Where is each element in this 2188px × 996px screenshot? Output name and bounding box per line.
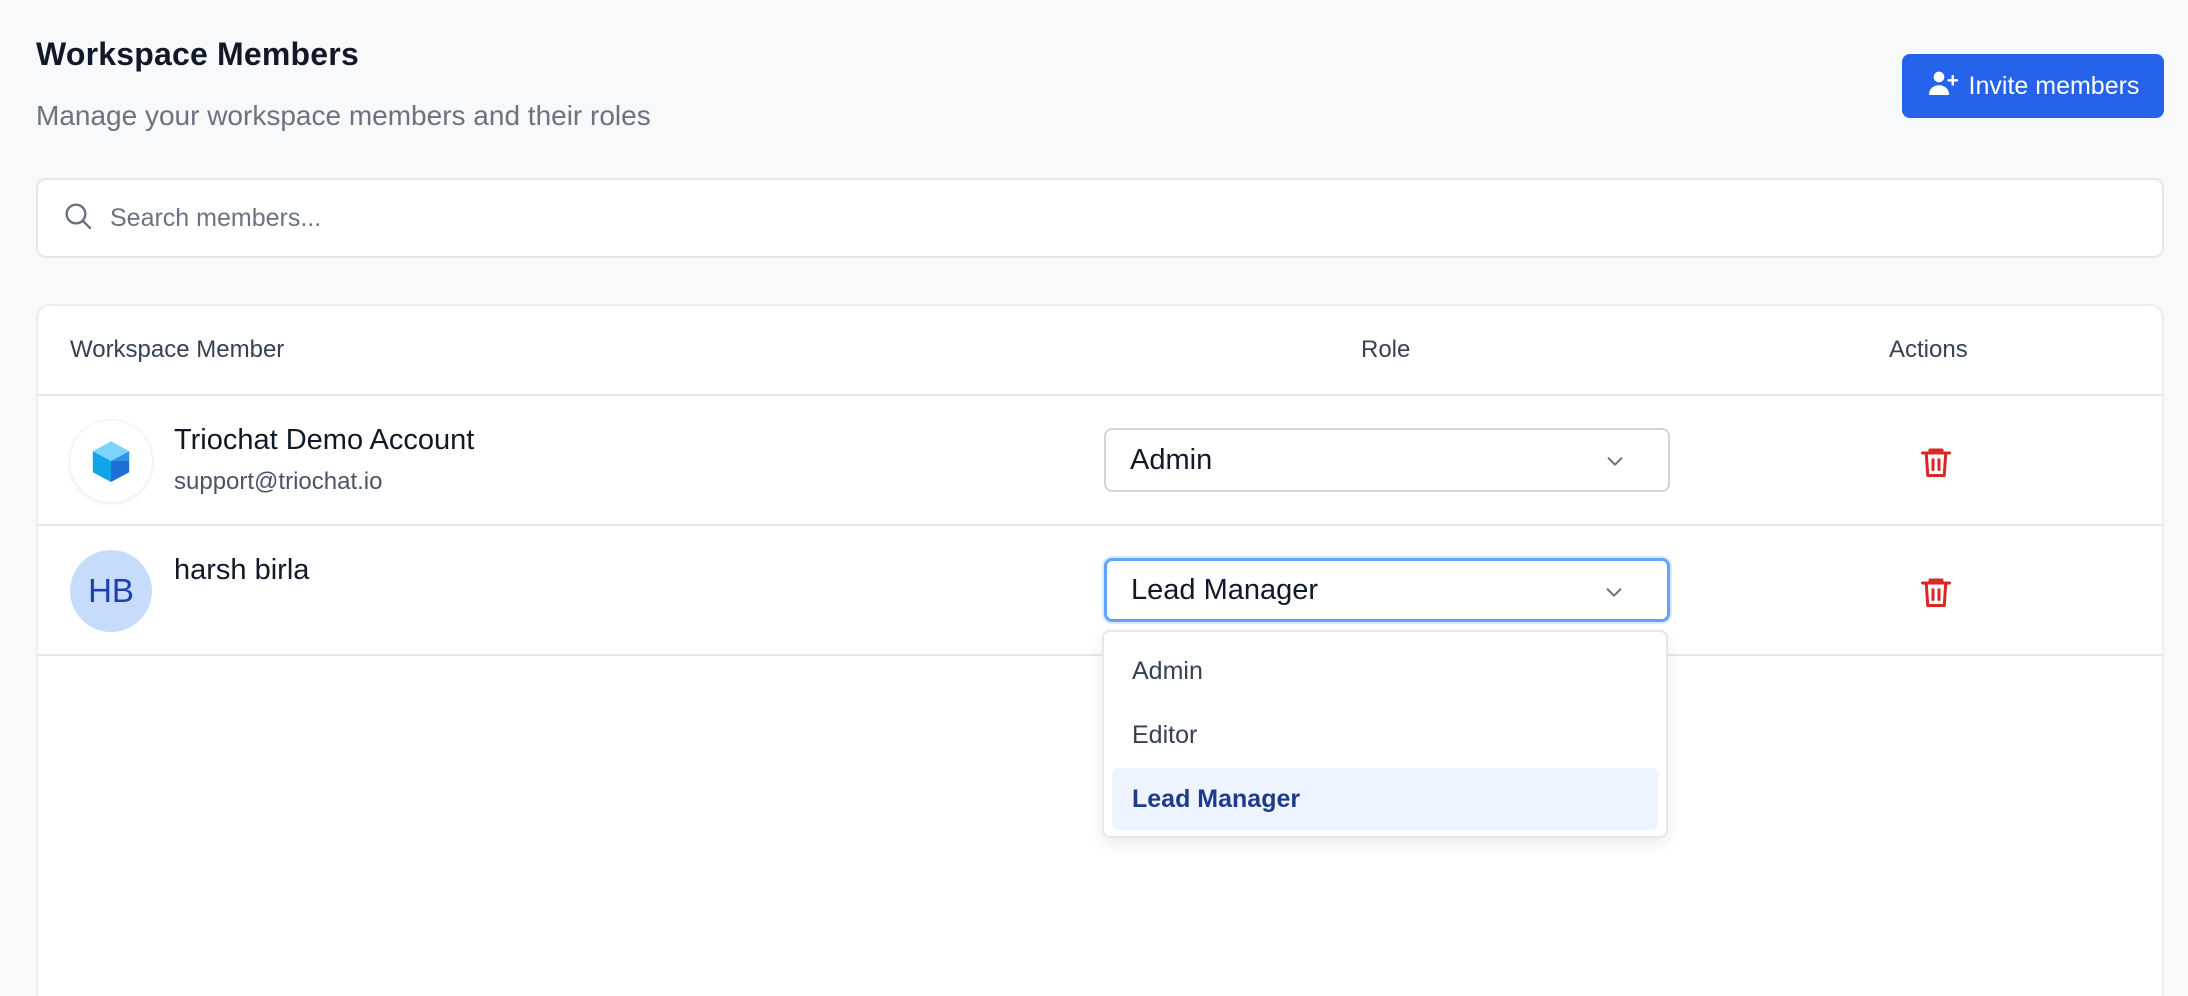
trash-icon bbox=[1921, 578, 1951, 607]
table-header: Workspace Member Role Actions bbox=[38, 306, 2162, 396]
members-table: Workspace Member Role Actions Triochat D… bbox=[36, 304, 2164, 996]
invite-members-label: Invite members bbox=[1968, 71, 2140, 100]
search-input[interactable] bbox=[110, 203, 2010, 233]
chevron-down-icon bbox=[1606, 588, 1622, 597]
column-header-role: Role bbox=[1361, 336, 1411, 363]
role-option-lead-manager[interactable]: Lead Manager bbox=[1112, 768, 1658, 830]
page-subtitle: Manage your workspace members and their … bbox=[36, 100, 651, 131]
search-bar bbox=[36, 178, 2164, 258]
role-select[interactable]: Lead Manager bbox=[1104, 558, 1670, 622]
member-email: support@triochat.io bbox=[174, 468, 383, 495]
table-row: Triochat Demo Account support@triochat.i… bbox=[38, 396, 2162, 526]
role-select-value: Lead Manager bbox=[1131, 573, 1319, 606]
role-select-value: Admin bbox=[1130, 443, 1213, 476]
avatar: HB bbox=[70, 550, 152, 632]
table-row: HB harsh birla Lead Manager bbox=[38, 526, 2162, 656]
trash-icon bbox=[1921, 448, 1951, 477]
delete-member-button[interactable] bbox=[1918, 574, 1954, 610]
role-dropdown-menu: Admin Editor Lead Manager bbox=[1102, 630, 1668, 838]
column-header-member: Workspace Member bbox=[70, 336, 285, 363]
invite-members-button[interactable]: Invite members bbox=[1902, 54, 2164, 118]
user-plus-icon bbox=[1927, 67, 1959, 106]
role-option-editor[interactable]: Editor bbox=[1112, 704, 1658, 766]
triochat-logo-icon bbox=[92, 441, 130, 482]
column-header-actions: Actions bbox=[1889, 336, 1968, 363]
member-name: harsh birla bbox=[174, 554, 310, 586]
page-title: Workspace Members bbox=[36, 36, 359, 72]
delete-member-button[interactable] bbox=[1918, 444, 1954, 480]
workspace-members-page: Workspace Members Manage your workspace … bbox=[36, 0, 2164, 996]
role-select[interactable]: Admin bbox=[1104, 428, 1670, 492]
chevron-down-icon bbox=[1607, 457, 1623, 466]
avatar bbox=[70, 420, 152, 502]
member-name: Triochat Demo Account bbox=[174, 424, 475, 456]
role-option-admin[interactable]: Admin bbox=[1112, 640, 1658, 702]
page-header: Workspace Members Manage your workspace … bbox=[36, 0, 2164, 160]
search-icon bbox=[62, 200, 94, 237]
